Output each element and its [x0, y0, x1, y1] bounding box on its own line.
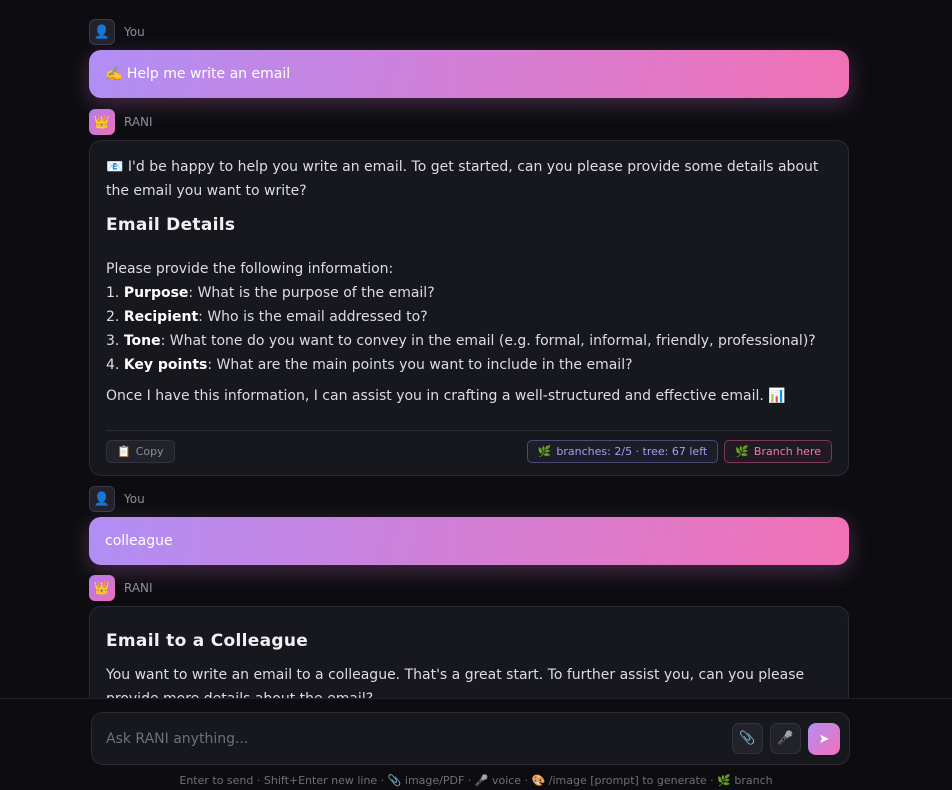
- list-term: Recipient: [123, 309, 199, 325]
- attach-button[interactable]: 📎: [732, 723, 763, 754]
- bot-intro-text: 📧 I'd be happy to help you write an emai…: [106, 159, 819, 199]
- bot-closing-text: Once I have this information, I can assi…: [106, 388, 786, 404]
- chat-thread: 👤 You ✍️ Help me write an email 👑 RANI 📧…: [0, 0, 952, 698]
- user-avatar-icon: 👤: [89, 486, 115, 512]
- send-button[interactable]: ➤: [808, 723, 840, 755]
- send-icon: ➤: [818, 731, 830, 747]
- microphone-icon: 🎤: [777, 731, 794, 746]
- composer-box: 📎 🎤 ➤: [91, 712, 850, 765]
- branches-indicator-button[interactable]: 🌿 branches: 2/5 · tree: 67 left: [526, 440, 719, 463]
- list-text: : What tone do you want to convey in the…: [160, 333, 816, 349]
- user-message-bubble: ✍️ Help me write an email: [89, 50, 849, 98]
- list-text: : What is the purpose of the email?: [188, 285, 435, 301]
- list-number: 3.: [106, 333, 120, 349]
- bot-message-card: Email to a Colleague You want to write a…: [89, 606, 849, 698]
- voice-button[interactable]: 🎤: [770, 723, 801, 754]
- copy-button[interactable]: 📋 Copy: [106, 440, 175, 463]
- branch-controls: 🌿 branches: 2/5 · tree: 67 left 🌿 Branch…: [526, 440, 832, 463]
- list-term: Tone: [123, 333, 161, 349]
- list-text: : Who is the email addressed to?: [198, 309, 428, 325]
- branch-here-label: Branch here: [753, 444, 821, 458]
- list-number: 2.: [106, 309, 120, 325]
- user-message-bubble: colleague: [89, 517, 849, 565]
- branches-label: branches: 2/5 · tree: 67 left: [556, 444, 708, 458]
- list-item: 1. Purpose: What is the purpose of the e…: [106, 281, 832, 305]
- response-heading: Email Details: [106, 215, 236, 235]
- list-number: 1.: [106, 285, 120, 301]
- list-item: 2. Recipient: Who is the email addressed…: [106, 305, 832, 329]
- role-label: RANI: [124, 581, 153, 595]
- list-item: 4. Key points: What are the main points …: [106, 353, 832, 377]
- list-term: Purpose: [123, 285, 189, 301]
- composer: 📎 🎤 ➤ Enter to send · Shift+Enter new li…: [0, 698, 952, 790]
- user-message-text: ✍️ Help me write an email: [105, 66, 291, 82]
- info-list: 1. Purpose: What is the purpose of the e…: [106, 281, 832, 377]
- bot-message-card: 📧 I'd be happy to help you write an emai…: [89, 140, 849, 476]
- role-label: You: [124, 25, 145, 39]
- response-heading: Email to a Colleague: [106, 631, 309, 651]
- role-label: You: [124, 492, 145, 506]
- crown-icon: 👑: [89, 109, 115, 135]
- crown-icon: 👑: [89, 575, 115, 601]
- branch-here-button[interactable]: 🌿 Branch here: [724, 440, 832, 463]
- message-input[interactable]: [106, 728, 706, 750]
- paperclip-icon: 📎: [739, 731, 756, 746]
- user-avatar-icon: 👤: [89, 19, 115, 45]
- list-item: 3. Tone: What tone do you want to convey…: [106, 329, 832, 353]
- bot-role-row: 👑 RANI: [89, 575, 153, 601]
- clipboard-icon: 📋: [117, 444, 131, 458]
- list-number: 4.: [106, 357, 120, 373]
- composer-hint: Enter to send · Shift+Enter new line · 📎…: [179, 774, 773, 787]
- user-role-row: 👤 You: [89, 19, 145, 45]
- bot-message-text: You want to write an email to a colleagu…: [106, 667, 805, 698]
- list-text: : What are the main points you want to i…: [207, 357, 633, 373]
- user-message-text: colleague: [105, 533, 173, 549]
- copy-label: Copy: [135, 444, 164, 458]
- bot-role-row: 👑 RANI: [89, 109, 153, 135]
- role-label: RANI: [124, 115, 153, 129]
- branch-icon: 🌿: [735, 444, 749, 458]
- branch-icon: 🌿: [537, 444, 552, 458]
- list-term: Key points: [123, 357, 208, 373]
- user-role-row: 👤 You: [89, 486, 145, 512]
- message-actions: 📋 Copy 🌿 branches: 2/5 · tree: 67 left 🌿…: [106, 430, 832, 463]
- bot-lead-text: Please provide the following information…: [106, 261, 394, 277]
